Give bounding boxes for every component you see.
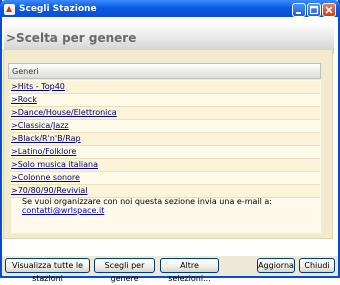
genre-link[interactable]: >Dance/House/Elettronica (11, 108, 117, 117)
list-item[interactable]: >Dance/House/Elettronica (10, 107, 320, 120)
list-item[interactable]: >Latino/Folklore (10, 146, 320, 159)
genre-link[interactable]: >Colonne sonore (11, 173, 80, 182)
other-selections-button[interactable]: Altre selezioni... (160, 258, 219, 283)
genre-link[interactable]: >Latino/Folklore (11, 147, 76, 156)
list-item[interactable]: >Rock (10, 94, 320, 107)
genre-list: >Hits - Top40 >Rock >Dance/House/Elettro… (10, 81, 320, 198)
close-icon (325, 6, 333, 14)
contact-email-link[interactable]: contatti@wrlspace.it (22, 206, 104, 215)
dialog-content: >Scelta per genere Generi >Hits - Top40 … (2, 17, 338, 256)
close-window-button[interactable] (322, 3, 336, 17)
list-item[interactable]: >Hits - Top40 (10, 81, 320, 94)
genre-link[interactable]: >Hits - Top40 (11, 82, 65, 91)
contact-note: Se vuoi organizzare con noi questa sezio… (22, 197, 338, 215)
app-icon (4, 4, 15, 15)
refresh-button[interactable]: Aggiorna (257, 258, 295, 273)
show-all-stations-button[interactable]: Visualizza tutte le stazioni (5, 258, 90, 283)
window-title: Scegli Stazione (19, 4, 97, 14)
close-button[interactable]: Chiudi (299, 258, 335, 273)
dialog-window: Scegli Stazione >Scelta per genere Gener… (0, 0, 340, 283)
choose-by-genre-button[interactable]: Scegli per genere (94, 258, 155, 283)
column-header-label: Generi (12, 67, 39, 76)
section-title: >Scelta per genere (6, 31, 137, 45)
list-item[interactable]: >Classica/Jazz (10, 120, 320, 133)
list-item[interactable]: >Solo musica italiana (10, 159, 320, 172)
button-bar: Visualizza tutte le stazioni Scegli per … (2, 256, 338, 283)
list-column-header[interactable]: Generi (8, 63, 321, 79)
maximize-button[interactable] (307, 3, 321, 17)
minimize-icon (296, 12, 301, 14)
contact-text: Se vuoi organizzare con noi questa sezio… (22, 197, 272, 206)
maximize-icon (309, 5, 319, 15)
genre-link[interactable]: >Black/R'n'B/Rap (11, 134, 81, 143)
genre-link[interactable]: >Classica/Jazz (11, 121, 69, 130)
list-item[interactable]: >Colonne sonore (10, 172, 320, 185)
minimize-button[interactable] (292, 3, 306, 17)
genre-link[interactable]: >70/80/90/Revivial (11, 186, 88, 195)
genre-link[interactable]: >Rock (11, 95, 37, 104)
list-item[interactable]: >Black/R'n'B/Rap (10, 133, 320, 146)
genre-link[interactable]: >Solo musica italiana (11, 160, 98, 169)
